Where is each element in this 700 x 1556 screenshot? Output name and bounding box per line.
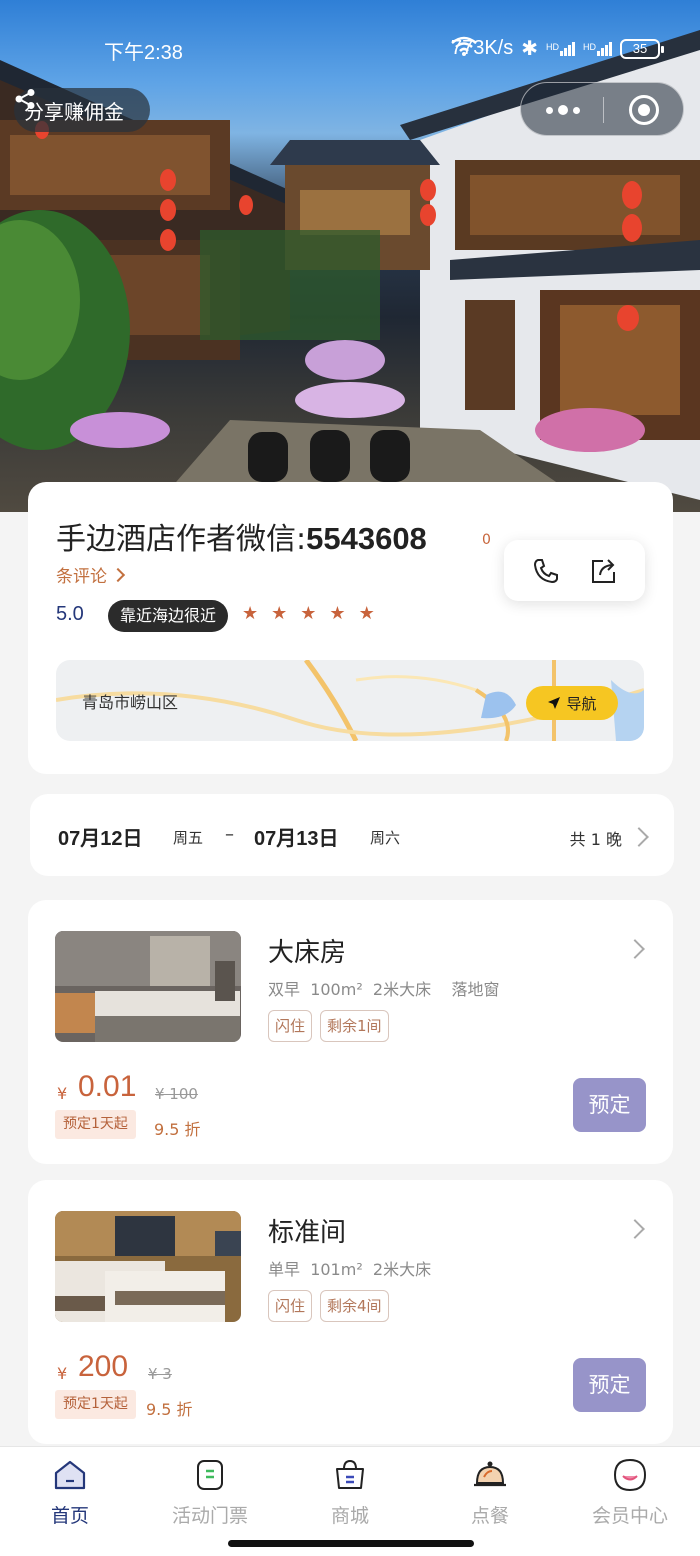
checkout-date: 07月13日 bbox=[254, 828, 339, 850]
price-currency: ¥ bbox=[57, 1364, 68, 1383]
bluetooth-icon: ✱ bbox=[521, 38, 538, 60]
room-price: 0.01 bbox=[78, 1070, 137, 1103]
member-smile-icon bbox=[613, 1458, 647, 1492]
night-count: 共 1 晚 bbox=[569, 830, 622, 849]
navigation-arrow-icon bbox=[548, 697, 561, 709]
room-tag: 闪住 bbox=[268, 1290, 313, 1322]
price-currency: ¥ bbox=[57, 1084, 68, 1103]
book-button[interactable]: 预定 bbox=[573, 1078, 646, 1132]
tab-label: 首页 bbox=[50, 1505, 89, 1527]
status-indicators: 773K/s ✱ HD HD 35 bbox=[451, 36, 664, 61]
room-tags: 闪住 剩余1间 bbox=[268, 1010, 389, 1042]
reviews-link[interactable]: 条评论 bbox=[56, 562, 126, 587]
location-map[interactable]: 青岛市崂山区 导航 bbox=[56, 660, 644, 741]
reviews-label: 条评论 bbox=[56, 567, 107, 587]
tab-label: 活动门票 bbox=[171, 1505, 248, 1527]
status-time: 下午2:38 bbox=[104, 42, 183, 64]
hotel-feature-tag: 靠近海边很近 bbox=[108, 600, 229, 632]
checkout-weekday: 周六 bbox=[370, 829, 401, 847]
share-export-icon[interactable] bbox=[588, 556, 618, 586]
tab-tickets[interactable]: 活动门票 bbox=[140, 1457, 280, 1537]
discount-label: 9.5 折 bbox=[146, 1400, 193, 1419]
star-rating: ★ ★ ★ ★ ★ bbox=[242, 603, 375, 624]
room-photo bbox=[55, 1211, 241, 1322]
star-icon: ★ bbox=[358, 603, 375, 624]
room-tag: 剩余1间 bbox=[320, 1010, 389, 1042]
rating-score: 5.0 bbox=[56, 603, 84, 625]
hotel-info-card: 手边酒店作者微信:5543608 0 条评论 5.0 靠近海边很近 ★ ★ ★ ★ ★ … bbox=[28, 482, 673, 774]
navigate-label: 导航 bbox=[566, 694, 597, 713]
discount-label: 9.5 折 bbox=[154, 1120, 201, 1139]
room-tag: 闪住 bbox=[268, 1010, 313, 1042]
room-card[interactable]: 标准间 单早 101m² 2米大床 闪住 剩余4间 ¥ 200 ¥ 3 预定1天… bbox=[28, 1180, 673, 1444]
chevron-right-icon bbox=[110, 567, 126, 582]
shopping-bag-icon bbox=[336, 1459, 364, 1489]
room-card[interactable]: 大床房 双早 100m² 2米大床 落地窗 闪住 剩余1间 ¥ 0.01 ¥ 1… bbox=[28, 900, 673, 1164]
close-miniprogram-icon[interactable] bbox=[629, 95, 659, 125]
share-earn-button[interactable]: 分享赚佣金 bbox=[14, 88, 150, 132]
tab-label: 会员中心 bbox=[591, 1505, 668, 1527]
hotel-hero-photo: 下午2:38 773K/s ✱ HD HD 35 分享赚佣金 bbox=[0, 0, 700, 512]
more-menu-icon[interactable] bbox=[543, 97, 583, 123]
room-name: 大床房 bbox=[268, 938, 347, 968]
chevron-right-icon bbox=[625, 1219, 645, 1239]
star-icon: ★ bbox=[300, 603, 317, 624]
book-button[interactable]: 预定 bbox=[573, 1358, 646, 1412]
contact-actions bbox=[504, 540, 645, 601]
tab-order-food[interactable]: 点餐 bbox=[420, 1457, 560, 1537]
tab-label: 点餐 bbox=[470, 1505, 509, 1527]
room-photo bbox=[55, 931, 241, 1042]
room-features: 单早 101m² 2米大床 bbox=[268, 1260, 432, 1279]
phone-icon[interactable] bbox=[531, 556, 561, 586]
min-stay-tag: 预定1天起 bbox=[55, 1110, 136, 1139]
room-price: 200 bbox=[78, 1350, 129, 1383]
cell-signal-2-icon: HD bbox=[583, 41, 612, 56]
status-bar: 下午2:38 773K/s ✱ HD HD 35 bbox=[0, 30, 700, 68]
share-earn-label: 分享赚佣金 bbox=[24, 99, 124, 124]
map-location-label: 青岛市崂山区 bbox=[82, 693, 179, 712]
original-price: ¥ 3 bbox=[148, 1365, 172, 1383]
room-name: 标准间 bbox=[268, 1218, 347, 1248]
star-icon: ★ bbox=[242, 603, 259, 624]
dining-bell-icon bbox=[474, 1461, 506, 1487]
ticket-icon bbox=[197, 1460, 223, 1490]
hotel-courtyard-illustration bbox=[0, 30, 700, 512]
star-icon: ★ bbox=[329, 603, 346, 624]
room-features: 双早 100m² 2米大床 落地窗 bbox=[268, 980, 500, 999]
tab-member-center[interactable]: 会员中心 bbox=[560, 1457, 700, 1537]
star-icon: ★ bbox=[271, 603, 288, 624]
chevron-right-icon bbox=[629, 827, 649, 847]
miniprogram-capsule bbox=[520, 82, 684, 136]
wifi-icon bbox=[451, 36, 477, 56]
room-tag: 剩余4间 bbox=[320, 1290, 389, 1322]
checkin-date: 07月12日 bbox=[58, 828, 143, 850]
navigate-button[interactable]: 导航 bbox=[526, 686, 618, 720]
original-price: ¥ 100 bbox=[155, 1085, 198, 1103]
home-indicator bbox=[228, 1540, 474, 1547]
review-count: 0 bbox=[482, 532, 491, 548]
battery-icon: 35 bbox=[620, 38, 664, 59]
cell-signal-icon: HD bbox=[546, 41, 575, 56]
tab-label: 商城 bbox=[330, 1505, 369, 1527]
room-tags: 闪住 剩余4间 bbox=[268, 1290, 389, 1322]
date-selector[interactable]: 07月12日 周五 – 07月13日 周六 共 1 晚 bbox=[30, 794, 674, 876]
tab-shop[interactable]: 商城 bbox=[280, 1457, 420, 1537]
date-separator: – bbox=[225, 824, 234, 845]
share-icon bbox=[15, 89, 35, 109]
checkin-weekday: 周五 bbox=[173, 829, 204, 847]
hotel-name: 手边酒店作者微信:5543608 bbox=[56, 521, 427, 557]
chevron-right-icon bbox=[625, 939, 645, 959]
tab-home[interactable]: 首页 bbox=[0, 1457, 140, 1537]
home-icon bbox=[54, 1460, 86, 1490]
min-stay-tag: 预定1天起 bbox=[55, 1390, 136, 1419]
